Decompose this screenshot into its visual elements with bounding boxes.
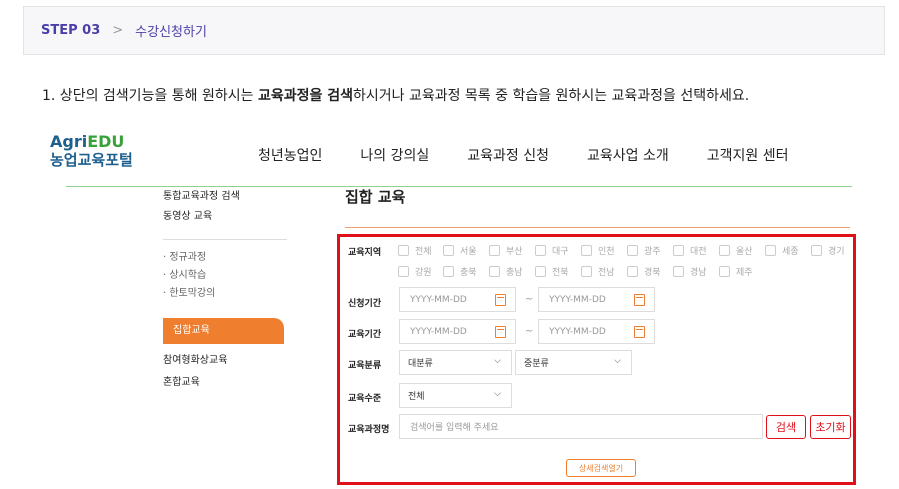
region-label: 교육지역 — [348, 248, 382, 258]
category-major-select[interactable]: 대분류 ⌵ — [399, 350, 512, 375]
course-name-label: 교육과정명 — [348, 425, 390, 435]
sidebar-subitem-short[interactable]: · 한토막강의 — [163, 286, 287, 304]
advanced-search-button[interactable]: 상세검색열기 — [566, 459, 636, 477]
region-checkbox-chungbuk[interactable]: 충북 — [443, 265, 477, 278]
apply-end-date-input[interactable]: YYYY-MM-DD — [538, 287, 655, 312]
chevron-down-icon: ⌵ — [614, 356, 621, 366]
level-select[interactable]: 전체 ⌵ — [399, 383, 512, 408]
sidebar-subitem-always[interactable]: · 상시학습 — [163, 268, 287, 286]
step-title: 수강신청하기 — [135, 25, 207, 40]
region-checkbox-jeonbuk[interactable]: 전북 — [535, 265, 569, 278]
gnb-item-program-intro[interactable]: 교육사업 소개 — [587, 145, 669, 165]
sidebar-subitem-regular[interactable]: · 정규과정 — [163, 250, 287, 268]
search-button[interactable]: 검색 — [766, 415, 806, 439]
calendar-icon[interactable] — [634, 294, 645, 306]
instruction-prefix: 1. 상단의 검색기능을 통해 원하시는 — [42, 88, 258, 104]
category-label: 교육분류 — [348, 361, 382, 371]
edu-end-date-input[interactable]: YYYY-MM-DD — [538, 319, 655, 344]
calendar-icon[interactable] — [495, 326, 506, 338]
region-checkbox-jeju[interactable]: 제주 — [719, 265, 753, 278]
sidebar-item-video-education[interactable]: 동영상 교육 — [163, 209, 287, 229]
region-checkbox-gwangju[interactable]: 광주 — [627, 244, 661, 257]
instruction-bold: 교육과정을 검색 — [257, 88, 353, 104]
reset-button[interactable]: 초기화 — [810, 415, 851, 439]
gnb-item-youth-farmer[interactable]: 청년농업인 — [258, 145, 322, 165]
agriedu-logo[interactable]: AgriEDU 농업교육포털 — [50, 133, 133, 170]
side-nav: 통합교육과정 검색 동영상 교육 · 정규과정 · 상시학습 · 한토막강의 집… — [163, 189, 287, 394]
region-checkbox-daegu[interactable]: 대구 — [535, 244, 569, 257]
region-checkbox-ulsan[interactable]: 울산 — [719, 244, 753, 257]
edu-start-date-input[interactable]: YYYY-MM-DD — [399, 319, 516, 344]
region-checkbox-jeonnam[interactable]: 전남 — [581, 265, 615, 278]
region-checkbox-gyeongbuk[interactable]: 경북 — [627, 265, 661, 278]
region-checkbox-chungnam[interactable]: 충남 — [489, 265, 523, 278]
apply-period-label: 신청기간 — [348, 299, 382, 309]
logo-brand-edu: EDU — [87, 132, 125, 151]
instruction-text: 1. 상단의 검색기능을 통해 원하시는 교육과정을 검색하시거나 교육과정 목… — [42, 85, 749, 105]
region-checkbox-incheon[interactable]: 인천 — [581, 244, 615, 257]
chevron-right-icon: > — [112, 23, 124, 38]
region-checkbox-gangwon[interactable]: 강원 — [398, 265, 432, 278]
chevron-down-icon: ⌵ — [494, 356, 501, 366]
header-divider — [66, 186, 852, 187]
logo-subtitle: 농업교육포털 — [50, 151, 133, 169]
gnb-item-my-classroom[interactable]: 나의 강의실 — [360, 145, 429, 165]
search-panel: 교육지역 전체 서울 부산 대구 인천 광주 대전 울산 세종 경기 강원 충북… — [337, 234, 856, 485]
sidebar-item-video-conference[interactable]: 참여형화상교육 — [163, 350, 287, 372]
gnb-item-course-apply[interactable]: 교육과정 신청 — [467, 145, 549, 165]
sidebar-item-blended[interactable]: 혼합교육 — [163, 372, 287, 394]
region-checkbox-busan[interactable]: 부산 — [489, 244, 523, 257]
region-checkbox-all[interactable]: 전체 — [398, 244, 432, 257]
sidebar-item-group-education[interactable]: 집합교육 — [163, 318, 284, 344]
global-nav: 청년농업인 나의 강의실 교육과정 신청 교육사업 소개 고객지원 센터 — [258, 145, 826, 165]
page-title: 집합 교육 — [345, 188, 406, 206]
instruction-suffix: 하시거나 교육과정 목록 중 학습을 원하시는 교육과정을 선택하세요. — [352, 88, 750, 104]
sidebar-divider — [163, 239, 287, 240]
course-search-input[interactable]: 검색어를 입력해 주세요 — [399, 414, 763, 439]
apply-range-tilde: ~ — [525, 294, 534, 305]
edu-range-tilde: ~ — [525, 326, 534, 337]
gnb-item-customer-center[interactable]: 고객지원 센터 — [707, 145, 789, 165]
region-checkbox-gyeonggi[interactable]: 경기 — [811, 244, 845, 257]
step-bar: STEP 03 > 수강신청하기 — [23, 6, 885, 55]
calendar-icon[interactable] — [634, 326, 645, 338]
step-number: STEP 03 — [41, 23, 101, 38]
chevron-down-icon: ⌵ — [494, 389, 501, 399]
region-checkbox-sejong[interactable]: 세종 — [765, 244, 799, 257]
region-checkbox-gyeongnam[interactable]: 경남 — [673, 265, 707, 278]
calendar-icon[interactable] — [495, 294, 506, 306]
apply-start-date-input[interactable]: YYYY-MM-DD — [399, 287, 516, 312]
category-middle-select[interactable]: 중분류 ⌵ — [515, 350, 632, 375]
region-checkbox-seoul[interactable]: 서울 — [443, 244, 477, 257]
title-divider — [345, 227, 850, 228]
region-checkbox-daejeon[interactable]: 대전 — [673, 244, 707, 257]
level-label: 교육수준 — [348, 394, 382, 404]
edu-period-label: 교육기간 — [348, 330, 382, 340]
sidebar-item-integrated-search[interactable]: 통합교육과정 검색 — [163, 189, 287, 209]
logo-brand-agri: Agri — [50, 132, 88, 151]
